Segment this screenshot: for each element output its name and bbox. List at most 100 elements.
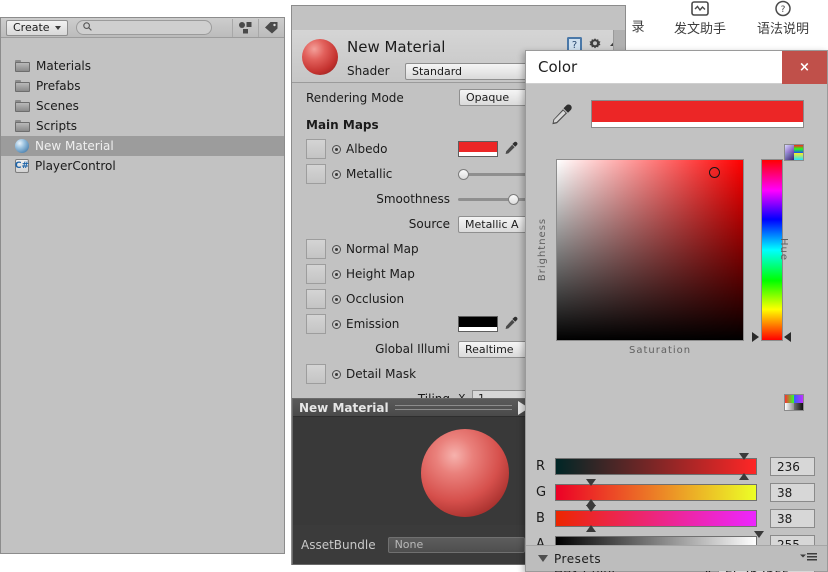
material-name: New Material — [347, 38, 446, 56]
svg-text:?: ? — [781, 5, 786, 15]
type-filter-icon[interactable] — [232, 18, 258, 37]
material-preview-canvas[interactable] — [293, 417, 533, 527]
presets-section-header[interactable]: Presets — [526, 545, 827, 571]
asset-row[interactable]: Scripts — [1, 116, 284, 136]
prop-dropdown-value: Realtime — [465, 343, 514, 356]
channel-slider[interactable] — [555, 505, 757, 532]
assetbundle-row: AssetBundle None — [293, 525, 533, 564]
folder-icon — [15, 100, 30, 112]
color-dialog-titlebar[interactable]: Color × — [526, 51, 827, 84]
label-filter-icon[interactable] — [258, 18, 284, 37]
asset-name: Scenes — [36, 99, 79, 113]
hue-marker-right[interactable] — [784, 332, 791, 343]
bg-toolbar-item-1[interactable]: 发文助手 — [662, 0, 738, 38]
search-box[interactable] — [75, 20, 212, 35]
texture-slot[interactable] — [306, 164, 326, 184]
channel-letter: R — [536, 459, 546, 474]
brightness-label: Brightness — [537, 217, 549, 282]
slider-knob[interactable] — [458, 169, 469, 180]
rendering-mode-value: Opaque — [466, 91, 510, 104]
prop-dropdown-value: Metallic A — [465, 218, 519, 231]
chevron-down-icon — [54, 25, 61, 30]
material-preview-title: New Material — [299, 400, 389, 415]
channel-marker-top[interactable] — [754, 531, 764, 538]
channel-marker-bottom[interactable] — [739, 473, 750, 480]
texture-slot[interactable] — [306, 264, 326, 284]
texture-slot[interactable] — [306, 239, 326, 259]
prop-label: Occlusion — [346, 292, 405, 306]
eyedropper-icon[interactable] — [504, 316, 518, 332]
current-color-fill — [592, 101, 803, 122]
texture-slot[interactable] — [306, 289, 326, 309]
chevron-down-icon[interactable] — [538, 555, 548, 562]
note-assistant-icon — [662, 0, 738, 22]
prop-label: Normal Map — [346, 242, 419, 256]
current-color-swatch[interactable] — [591, 100, 804, 128]
create-button-label: Create — [13, 21, 50, 34]
saturation-brightness-square[interactable] — [556, 159, 744, 341]
color-swatch[interactable] — [458, 316, 498, 332]
panel-menu-icon[interactable] — [800, 552, 817, 565]
channel-marker-top[interactable] — [585, 479, 596, 486]
gradient-palette-icon[interactable] — [784, 394, 804, 411]
asset-row[interactable]: C# PlayerControl — [1, 156, 284, 176]
asset-name: New Material — [35, 139, 114, 153]
prop-label: Metallic — [346, 167, 393, 181]
rendering-mode-label: Rendering Mode — [306, 91, 404, 105]
shader-value: Standard — [412, 65, 463, 78]
create-button[interactable]: Create — [6, 19, 68, 36]
property-toggle[interactable] — [332, 295, 341, 304]
material-icon — [15, 139, 29, 153]
eyedropper-icon[interactable] — [548, 102, 574, 131]
channel-row-r: R 236 — [536, 453, 819, 480]
search-input[interactable] — [95, 22, 205, 33]
prop-label: Height Map — [346, 267, 415, 281]
channel-marker-top[interactable] — [585, 505, 596, 512]
asset-row[interactable]: Prefabs — [1, 76, 284, 96]
color-alpha — [459, 152, 497, 156]
close-icon[interactable]: × — [782, 51, 827, 84]
asset-list[interactable]: Materials Prefabs Scenes Scripts New Materia… — [1, 56, 284, 553]
color-dialog-title: Color — [538, 58, 578, 76]
channel-slider[interactable] — [555, 479, 757, 506]
property-toggle[interactable] — [332, 245, 341, 254]
eyedropper-icon[interactable] — [504, 141, 518, 157]
channel-row-g: G 38 — [536, 479, 819, 506]
channel-marker-top[interactable] — [739, 453, 750, 460]
property-toggle[interactable] — [332, 270, 341, 279]
help-circle-icon: ? — [744, 0, 822, 22]
channel-value-input[interactable]: 38 — [770, 483, 815, 502]
asset-name: PlayerControl — [35, 159, 116, 173]
search-icon — [82, 21, 92, 34]
assetbundle-dropdown[interactable]: None — [387, 536, 525, 553]
csharp-script-icon: C# — [14, 159, 30, 173]
asset-row[interactable]: Scenes — [1, 96, 284, 116]
assetbundle-label: AssetBundle — [301, 537, 376, 552]
channel-value-input[interactable]: 236 — [770, 457, 815, 476]
channel-value-input[interactable]: 38 — [770, 509, 815, 528]
prop-label: Albedo — [346, 142, 388, 156]
hue-marker-left[interactable] — [752, 332, 759, 343]
asset-row[interactable]: Materials — [1, 56, 284, 76]
property-toggle[interactable] — [332, 145, 341, 154]
property-toggle[interactable] — [332, 370, 341, 379]
asset-name: Materials — [36, 59, 92, 73]
bg-toolbar-item-2[interactable]: ? 语法说明 — [744, 0, 822, 38]
prop-label: Global Illumi — [375, 342, 450, 356]
color-dialog-body: Saturation Brightness Hue R236G38B38A255… — [526, 84, 827, 572]
asset-row[interactable]: New Material — [1, 136, 284, 156]
texture-slot[interactable] — [306, 314, 326, 334]
texture-slot[interactable] — [306, 364, 326, 384]
color-picker-dialog: Color × Saturation Brightness Hue R 236 … — [525, 50, 828, 572]
color-palette-icon[interactable] — [784, 144, 804, 161]
bg-toolbar-label-1: 发文助手 — [673, 22, 726, 37]
color-alpha — [459, 327, 497, 331]
channel-slider[interactable] — [555, 453, 757, 480]
color-swatch[interactable] — [458, 141, 498, 157]
channel-marker-bottom[interactable] — [585, 525, 596, 532]
slider-knob[interactable] — [507, 194, 519, 205]
texture-slot[interactable] — [306, 139, 326, 159]
property-toggle[interactable] — [332, 320, 341, 329]
material-preview-header[interactable]: New Material — [293, 399, 533, 417]
property-toggle[interactable] — [332, 170, 341, 179]
